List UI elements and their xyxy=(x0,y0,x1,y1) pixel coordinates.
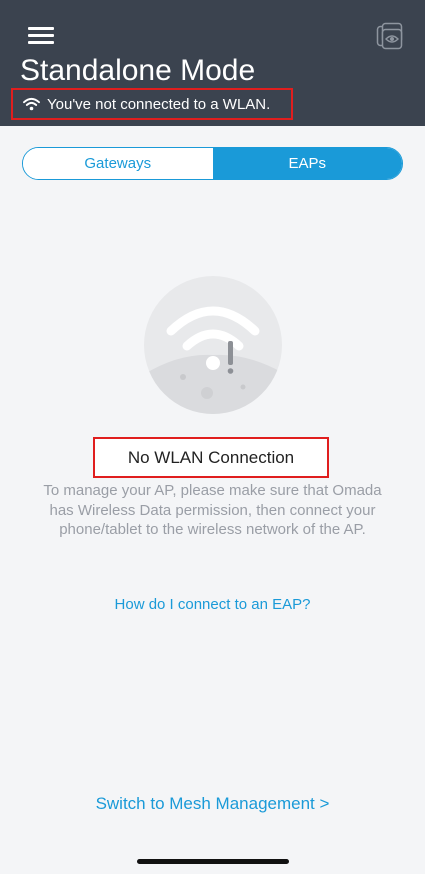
tab-gateways[interactable]: Gateways xyxy=(23,148,213,179)
header: Standalone Mode You've not connected to … xyxy=(0,0,425,126)
page-title: Standalone Mode xyxy=(20,54,256,87)
no-wlan-description: To manage your AP, please make sure that… xyxy=(43,482,382,538)
hamburger-menu-icon[interactable] xyxy=(28,25,54,45)
tab-eaps[interactable]: EAPs xyxy=(212,148,402,179)
no-wlan-title: No WLAN Connection xyxy=(127,447,295,467)
wlan-status-text: You've not connected to a WLAN. xyxy=(47,95,271,113)
device-view-icon[interactable] xyxy=(376,22,404,50)
wifi-icon xyxy=(23,97,40,111)
wlan-status-banner: You've not connected to a WLAN. xyxy=(11,88,293,120)
switch-mesh-management-link[interactable]: Switch to Mesh Management > xyxy=(0,794,425,814)
no-wlan-title-box: No WLAN Connection xyxy=(93,437,329,478)
device-type-segmented-control: Gateways EAPs xyxy=(22,147,403,180)
wifi-warning-icon xyxy=(144,276,282,414)
home-indicator[interactable] xyxy=(137,859,289,864)
connect-eap-help-link[interactable]: How do I connect to an EAP? xyxy=(0,596,425,613)
standalone-mode-screen: Standalone Mode You've not connected to … xyxy=(0,0,425,874)
